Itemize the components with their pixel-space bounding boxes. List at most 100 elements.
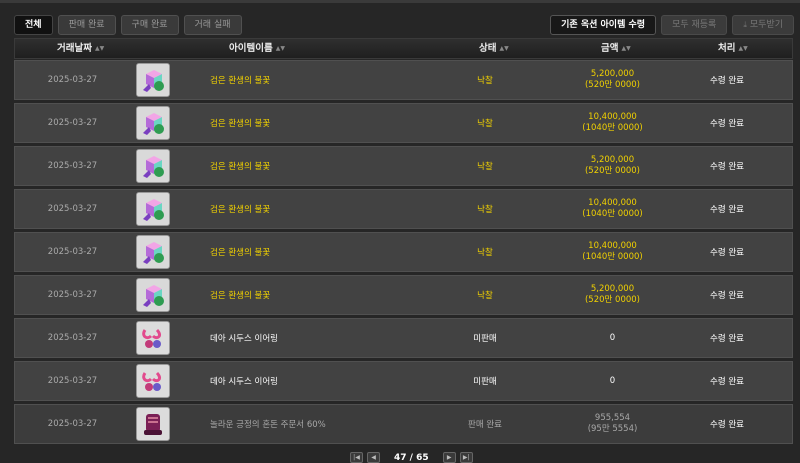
row-price-value: 10,400,000 bbox=[588, 241, 637, 251]
table-row[interactable]: 2025-03-27 놀라운 긍정의 혼돈 주문서 60% 판매 완료 955,554… bbox=[14, 404, 793, 444]
row-status: 미판매 bbox=[473, 377, 497, 387]
row-price-value: 10,400,000 bbox=[588, 112, 637, 122]
row-date: 2025-03-27 bbox=[47, 376, 98, 386]
total-pages: 65 bbox=[416, 452, 429, 463]
row-price-sub: (520만 0000) bbox=[584, 295, 640, 305]
row-date: 2025-03-27 bbox=[47, 75, 98, 85]
row-date: 2025-03-27 bbox=[47, 161, 98, 171]
row-process: 수령 완료 bbox=[710, 205, 744, 215]
cube-icon[interactable] bbox=[136, 106, 170, 140]
auction-history-panel: 전체 판매 완료 구매 완료 거래 실패 기존 옥션 아이템 수령 모두 재등록… bbox=[0, 0, 800, 463]
row-price: 5,200,000 (520만 0000) bbox=[555, 276, 670, 314]
row-status: 낙찰 bbox=[477, 248, 493, 258]
row-price: 10,400,000 (1040만 0000) bbox=[555, 104, 670, 142]
row-status: 낙찰 bbox=[477, 162, 493, 172]
row-price-sub: (520만 0000) bbox=[584, 166, 640, 176]
sort-icon: ▲▼ bbox=[275, 45, 285, 52]
row-status: 낙찰 bbox=[477, 119, 493, 129]
row-item-icon bbox=[135, 61, 171, 99]
table-row[interactable]: 2025-03-27 검은 환생의 불꽃 낙찰 5,200,000 (520만 0000… bbox=[14, 275, 793, 315]
row-price: 10,400,000 (1040만 0000) bbox=[555, 233, 670, 271]
row-item-icon bbox=[135, 147, 171, 185]
column-date[interactable]: 거래날짜 ▲▼ bbox=[57, 39, 104, 58]
row-item-icon bbox=[135, 319, 171, 357]
row-price-sub: (520만 0000) bbox=[584, 80, 640, 90]
table-row[interactable]: 2025-03-27 검은 환생의 불꽃 낙찰 10,400,000 (1040만 00… bbox=[14, 232, 793, 272]
row-item-icon bbox=[135, 362, 171, 400]
row-process: 수령 완료 bbox=[710, 248, 744, 258]
row-date: 2025-03-27 bbox=[47, 118, 98, 128]
column-item[interactable]: 아이템이름 ▲▼ bbox=[229, 39, 285, 58]
tab-purchased[interactable]: 구매 완료 bbox=[120, 15, 179, 35]
current-page: 47 bbox=[394, 452, 407, 463]
row-process: 수령 완료 bbox=[710, 76, 744, 86]
row-item-name: 검은 환생의 불꽃 bbox=[210, 205, 271, 215]
cube-icon[interactable] bbox=[136, 235, 170, 269]
row-item-name: 검은 환생의 불꽃 bbox=[210, 119, 271, 129]
column-status[interactable]: 상태 ▲▼ bbox=[479, 39, 509, 58]
row-status: 낙찰 bbox=[477, 291, 493, 301]
table-row[interactable]: 2025-03-27 검은 환생의 불꽃 낙찰 10,400,000 (1040만 00… bbox=[14, 189, 793, 229]
relist-all-button[interactable]: 모두 재등록 bbox=[661, 15, 728, 35]
row-item-name: 검은 환생의 불꽃 bbox=[210, 162, 271, 172]
row-item-name: 데아 시두스 이어링 bbox=[210, 377, 278, 387]
table-header: 거래날짜 ▲▼ 아이템이름 ▲▼ 상태 ▲▼ 금액 ▲▼ 처리 ▲▼ bbox=[14, 38, 793, 59]
column-process[interactable]: 처리 ▲▼ bbox=[718, 39, 748, 58]
history-table-body: 2025-03-27 검은 환생의 불꽃 낙찰 5,200,000 (520만 0000… bbox=[14, 60, 793, 447]
row-date: 2025-03-27 bbox=[47, 204, 98, 214]
sort-icon: ▲▼ bbox=[94, 45, 105, 52]
row-price-value: 5,200,000 bbox=[590, 284, 635, 294]
prev-page-icon[interactable]: ◀ bbox=[367, 452, 380, 463]
row-price: 10,400,000 (1040만 0000) bbox=[555, 190, 670, 228]
first-page-icon[interactable]: |◀ bbox=[350, 452, 363, 463]
scroll-icon[interactable] bbox=[136, 407, 170, 441]
tab-sold[interactable]: 판매 완료 bbox=[57, 15, 116, 35]
column-item-label: 아이템이름 bbox=[229, 43, 273, 54]
page-indicator: 47 / 65 bbox=[394, 453, 429, 463]
row-date: 2025-03-27 bbox=[47, 290, 98, 300]
row-price-sub: (1040만 0000) bbox=[582, 209, 643, 219]
row-price-value: 5,200,000 bbox=[590, 69, 635, 79]
tab-all[interactable]: 전체 bbox=[14, 15, 53, 35]
row-item-name: 검은 환생의 불꽃 bbox=[210, 248, 271, 258]
cube-icon[interactable] bbox=[136, 278, 170, 312]
table-row[interactable]: 2025-03-27 검은 환생의 불꽃 낙찰 10,400,000 (1040만 00… bbox=[14, 103, 793, 143]
row-price: 5,200,000 (520만 0000) bbox=[555, 147, 670, 185]
next-page-icon[interactable]: ▶ bbox=[442, 452, 456, 463]
table-row[interactable]: 2025-03-27 검은 환생의 불꽃 낙찰 5,200,000 (520만 0000… bbox=[14, 146, 793, 186]
row-status: 낙찰 bbox=[477, 76, 493, 86]
receive-old-items-button[interactable]: 기존 옥션 아이템 수령 bbox=[550, 15, 657, 35]
row-item-name: 놀라운 긍정의 혼돈 주문서 60% bbox=[210, 420, 326, 430]
row-status: 판매 완료 bbox=[468, 420, 502, 430]
tab-failed[interactable]: 거래 실패 bbox=[183, 15, 242, 35]
row-price-value: 5,200,000 bbox=[590, 155, 635, 165]
column-price[interactable]: 금액 ▲▼ bbox=[601, 39, 631, 58]
row-status: 미판매 bbox=[473, 334, 497, 344]
cube-icon[interactable] bbox=[136, 149, 170, 183]
row-price: 5,200,000 (520만 0000) bbox=[555, 61, 670, 99]
receive-all-label: 모두받기 bbox=[749, 20, 783, 30]
cube-icon[interactable] bbox=[136, 192, 170, 226]
sort-icon: ▲▼ bbox=[621, 45, 631, 52]
row-price-sub: (1040만 0000) bbox=[582, 123, 643, 133]
row-item-icon bbox=[135, 276, 171, 314]
earring-icon[interactable] bbox=[136, 364, 170, 398]
column-price-label: 금액 bbox=[601, 43, 619, 54]
table-row[interactable]: 2025-03-27 검은 환생의 불꽃 낙찰 5,200,000 (520만 0000… bbox=[14, 60, 793, 100]
row-date: 2025-03-27 bbox=[47, 419, 98, 429]
row-price: 0 bbox=[555, 319, 670, 357]
row-item-name: 검은 환생의 불꽃 bbox=[210, 291, 271, 301]
table-row[interactable]: 2025-03-27 데아 시두스 이어링 미판매 0 수령 완료 bbox=[14, 361, 793, 401]
receive-all-button[interactable]: ⤓ 모두받기 bbox=[732, 15, 794, 35]
row-price-value: 955,554 bbox=[594, 413, 631, 423]
page-separator: / bbox=[409, 452, 413, 463]
table-row[interactable]: 2025-03-27 데아 시두스 이어링 미판매 0 수령 완료 bbox=[14, 318, 793, 358]
row-item-icon bbox=[135, 233, 171, 271]
sort-icon: ▲▼ bbox=[499, 45, 509, 52]
cube-icon[interactable] bbox=[136, 63, 170, 97]
earring-icon[interactable] bbox=[136, 321, 170, 355]
last-page-icon[interactable]: ▶| bbox=[459, 452, 473, 463]
row-price: 955,554 (95만 5554) bbox=[555, 405, 670, 443]
row-price-value: 10,400,000 bbox=[588, 198, 637, 208]
row-item-name: 데아 시두스 이어링 bbox=[210, 334, 278, 344]
